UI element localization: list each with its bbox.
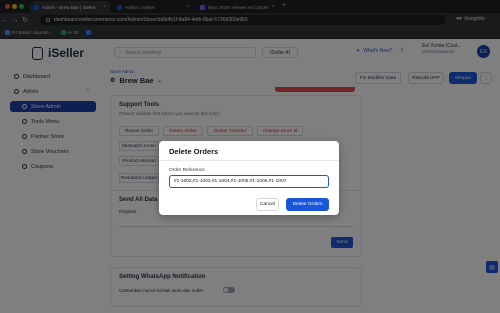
- dialog-title: Delete Orders: [169, 147, 219, 156]
- order-reference-label: Order Reference: [169, 168, 205, 173]
- dialog-divider: [159, 160, 339, 161]
- cancel-button[interactable]: Cancel: [256, 198, 279, 211]
- delete-orders-button[interactable]: Delete Orders: [286, 198, 329, 211]
- delete-orders-dialog: Delete Orders Order Reference Cancel Del…: [159, 141, 339, 215]
- order-reference-input[interactable]: [169, 175, 329, 188]
